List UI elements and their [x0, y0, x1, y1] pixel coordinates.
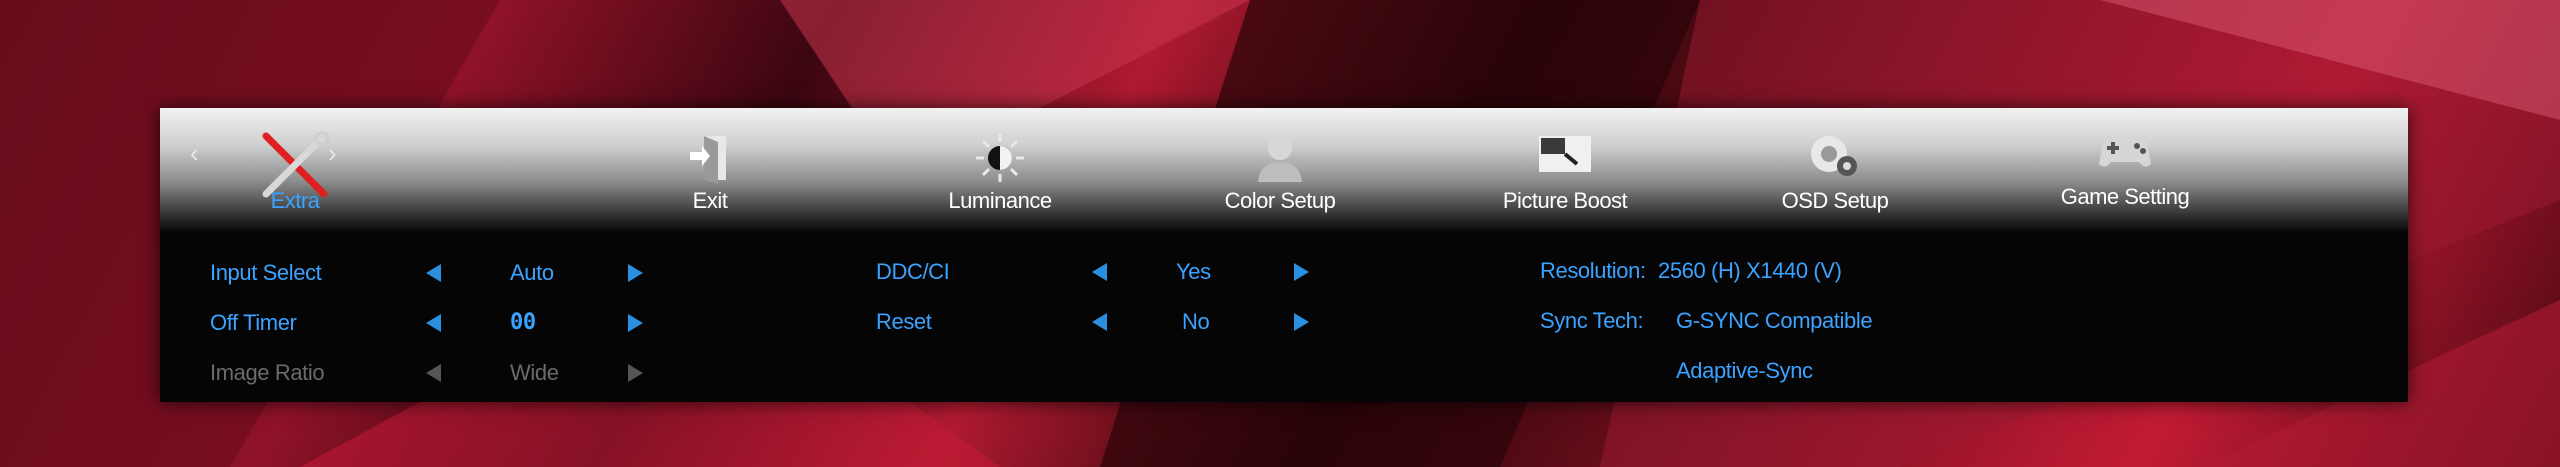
brightness-icon: [974, 132, 1026, 189]
image-ratio-value: Wide: [510, 360, 559, 385]
reset-prev-arrow[interactable]: [1092, 313, 1107, 331]
gamepad-icon: [2095, 128, 2155, 177]
off-timer-prev-arrow[interactable]: [426, 314, 441, 332]
tab-label: Game Setting: [2060, 184, 2190, 209]
tab-label: Luminance: [948, 188, 1052, 213]
tab-label: Extra: [270, 188, 320, 213]
reset-next-arrow[interactable]: [1294, 313, 1309, 331]
off-timer-label: Off Timer: [210, 310, 297, 335]
settings-panel: Input Select Auto Off Timer 00 Image Rat…: [160, 232, 2408, 402]
input-select-value[interactable]: Auto: [510, 260, 554, 286]
nav-prev-arrow[interactable]: ‹: [190, 138, 199, 169]
tab-game-setting[interactable]: Game Setting: [2020, 108, 2230, 232]
osd-menu: ‹ › Extra Exit Luminance Color Setup Pic…: [160, 108, 2408, 402]
tab-bar: ‹ › Extra Exit Luminance Color Setup Pic…: [160, 108, 2408, 232]
image-ratio-prev-arrow: [426, 364, 441, 382]
reset-label: Reset: [876, 309, 932, 334]
off-timer-value[interactable]: 00: [510, 310, 536, 335]
color-person-icon: [1256, 132, 1304, 189]
picture-boost-icon: [1537, 132, 1593, 181]
input-select-prev-arrow[interactable]: [426, 264, 441, 282]
tab-luminance[interactable]: Luminance: [905, 108, 1095, 232]
tab-label: Picture Boost: [1502, 188, 1628, 213]
input-select-next-arrow[interactable]: [628, 264, 643, 282]
tab-color-setup[interactable]: Color Setup: [1180, 108, 1380, 232]
sync-tech-value-2: Adaptive-Sync: [1676, 358, 1813, 383]
ddc-ci-prev-arrow[interactable]: [1092, 263, 1107, 281]
reset-value[interactable]: No: [1182, 309, 1210, 335]
resolution-label: Resolution:: [1540, 258, 1646, 283]
sync-tech-value-1: G-SYNC Compatible: [1676, 308, 1873, 333]
tab-osd-setup[interactable]: OSD Setup: [1740, 108, 1930, 232]
tab-label: OSD Setup: [1781, 188, 1889, 213]
exit-door-icon: [688, 132, 732, 189]
tab-label: Color Setup: [1224, 188, 1336, 213]
image-ratio-label: Image Ratio: [210, 360, 325, 385]
osd-gear-icon: [1807, 132, 1863, 185]
image-ratio-next-arrow: [628, 364, 643, 382]
ddc-ci-label: DDC/CI: [876, 259, 950, 284]
input-select-label: Input Select: [210, 260, 322, 285]
resolution-value: 2560 (H) X1440 (V): [1658, 258, 1842, 283]
ddc-ci-next-arrow[interactable]: [1294, 263, 1309, 281]
sync-tech-label: Sync Tech:: [1540, 308, 1644, 333]
tab-extra[interactable]: Extra: [210, 108, 380, 232]
tab-exit[interactable]: Exit: [630, 108, 790, 232]
tab-label: Exit: [692, 188, 728, 213]
ddc-ci-value[interactable]: Yes: [1176, 259, 1211, 285]
off-timer-next-arrow[interactable]: [628, 314, 643, 332]
tab-picture-boost[interactable]: Picture Boost: [1460, 108, 1670, 232]
